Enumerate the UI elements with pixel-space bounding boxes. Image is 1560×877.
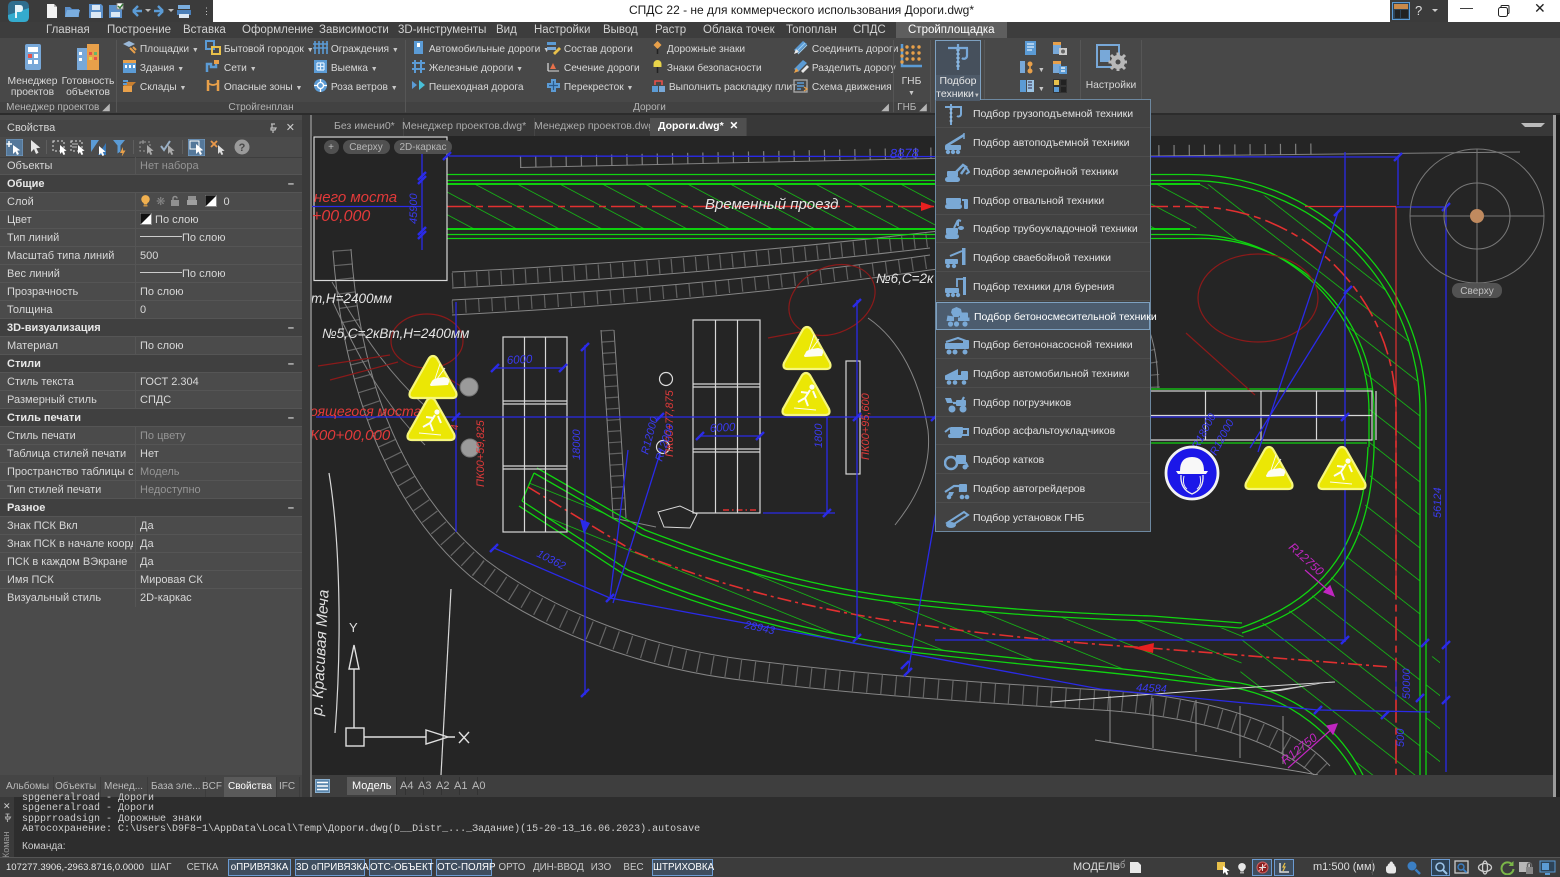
svg-text:№6,С=2к: №6,С=2к — [876, 271, 934, 286]
svg-text:Сверху: Сверху — [1460, 286, 1493, 297]
svg-text:8878: 8878 — [890, 145, 920, 161]
svg-text:Сверху: Сверху — [349, 142, 382, 153]
svg-text:+: + — [328, 142, 334, 153]
svg-text:ПК00+95,600: ПК00+95,600 — [860, 392, 872, 460]
svg-text:него моста: него моста — [314, 189, 397, 206]
svg-text:6000: 6000 — [710, 422, 737, 435]
svg-text:500: 500 — [1395, 728, 1407, 747]
svg-text:44584: 44584 — [1136, 682, 1167, 696]
svg-text:50000: 50000 — [1401, 668, 1413, 699]
svg-text:К00+00,000: К00+00,000 — [312, 427, 391, 444]
svg-text:Y: Y — [349, 620, 358, 635]
svg-text:56124: 56124 — [1432, 487, 1444, 518]
svg-text:45900: 45900 — [408, 193, 420, 224]
svg-text:ПК00+59,825: ПК00+59,825 — [475, 419, 487, 487]
svg-text:?: ? — [239, 142, 246, 154]
svg-text:2D-каркас: 2D-каркас — [400, 142, 447, 153]
svg-text:1800: 1800 — [813, 423, 825, 448]
svg-text:оящегося моста: оящегося моста — [312, 403, 421, 419]
svg-text:т,Н=2400мм: т,Н=2400мм — [312, 291, 392, 306]
svg-text:6000: 6000 — [507, 354, 534, 367]
svg-text:18000: 18000 — [571, 429, 583, 460]
svg-text:+00,000: +00,000 — [312, 208, 370, 225]
svg-text:Временный проезд: Временный проезд — [705, 196, 838, 213]
svg-text:№5,С=2кВт,Н=2400мм: №5,С=2кВт,Н=2400мм — [322, 326, 469, 341]
